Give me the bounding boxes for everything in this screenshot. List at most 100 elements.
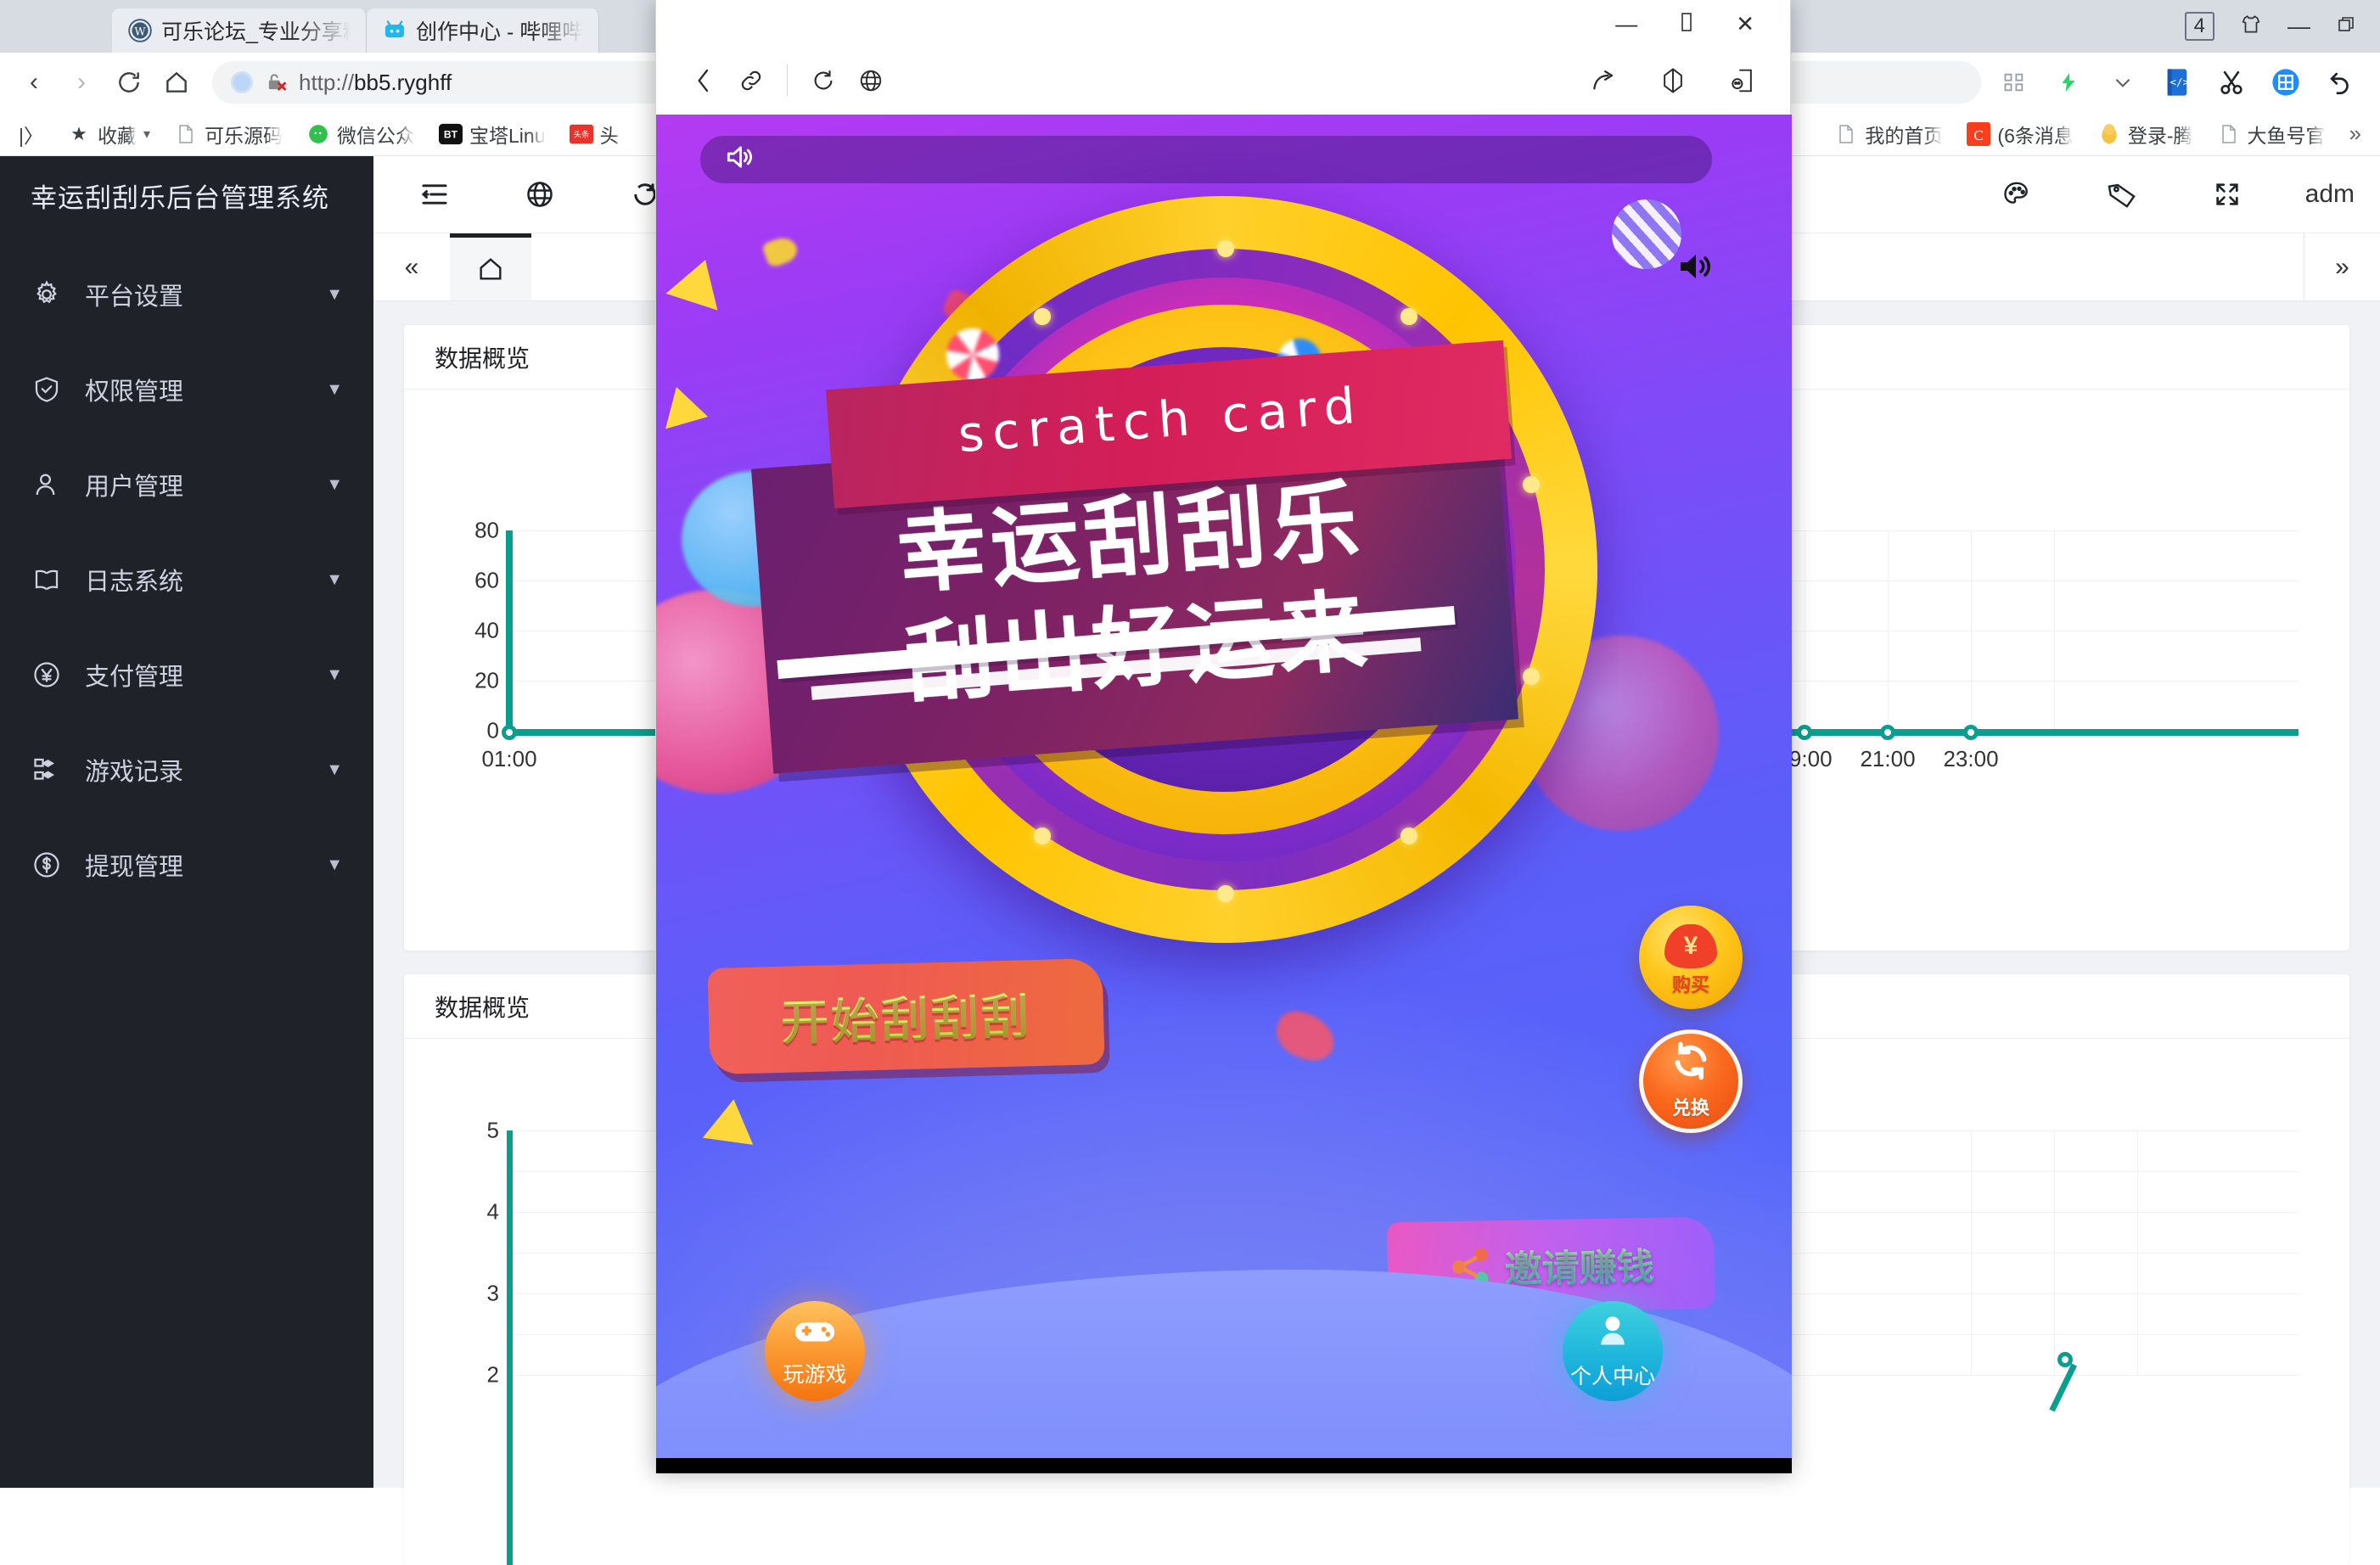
person-icon [1594, 1312, 1631, 1355]
chevron-down-icon[interactable]: ▼ [326, 380, 343, 400]
lightning-icon[interactable] [2049, 63, 2088, 102]
sidebar-item-withdrawals[interactable]: 提现管理 ▼ [0, 817, 373, 912]
sidebar-item-game-records[interactable]: 游戏记录 ▼ [0, 722, 373, 817]
tabs-expand-right-button[interactable]: » [2304, 233, 2380, 300]
data-point [502, 725, 517, 740]
popup-link-icon[interactable] [727, 57, 775, 104]
globe-icon[interactable] [513, 167, 567, 222]
bookmark-item-2[interactable]: 微信公众 [296, 116, 425, 152]
chevron-down-icon[interactable]: ▾ [143, 126, 150, 143]
bookmark-item-1[interactable]: 可乐源码 [164, 116, 293, 152]
popup-toolbar-right [1580, 57, 1766, 104]
tab-count-badge[interactable]: 4 [2185, 12, 2214, 41]
play-game-button[interactable]: 玩游戏 [765, 1301, 865, 1401]
sidebar-item-users[interactable]: 用户管理 ▼ [0, 437, 373, 532]
speaker-icon[interactable] [722, 141, 756, 178]
sidebar-item-logs[interactable]: 日志系统 ▼ [0, 532, 373, 627]
bookmark-item-8[interactable]: 大鱼号官 [2207, 116, 2336, 152]
menu-fold-icon[interactable] [407, 167, 462, 222]
bookmarks-overflow[interactable]: » [2339, 117, 2372, 150]
undo-icon[interactable] [2321, 63, 2360, 102]
forward-button[interactable]: › [59, 60, 104, 104]
popup-maximize-button[interactable] [1676, 11, 1697, 36]
qr-icon[interactable] [1995, 63, 2034, 102]
yen-circle-icon [31, 659, 63, 691]
bookmark-item-3[interactable]: BT 宝塔Linu [429, 116, 555, 152]
buy-button[interactable]: ¥ 购买 [1639, 906, 1743, 1009]
dollar-circle-icon [31, 849, 63, 881]
sidebar-item-permissions[interactable]: 权限管理 ▼ [0, 342, 373, 437]
popup-share-icon[interactable] [1580, 57, 1627, 104]
minimize-button[interactable]: — [2287, 15, 2310, 38]
popup-reload-icon[interactable] [800, 57, 847, 104]
scissors-icon[interactable] [2212, 63, 2251, 102]
chevron-down-icon[interactable] [2103, 63, 2142, 102]
chevron-down-icon[interactable]: ▼ [326, 665, 343, 685]
grid-icon[interactable] [2266, 63, 2305, 102]
game-title-sign: 幸运刮刮乐 刮出好运来 scratch card [738, 365, 1535, 764]
reload-button[interactable] [107, 60, 151, 104]
x-axis-tick: 23:00 [1943, 746, 1998, 772]
decor-triangle [666, 251, 732, 310]
popup-back-icon[interactable] [680, 57, 727, 104]
sidebar-item-platform-settings[interactable]: 平台设置 ▼ [0, 247, 373, 342]
profile-label: 个人中心 [1570, 1360, 1655, 1390]
browser-tab-2[interactable]: 创作中心 - 哔哩哔 [367, 8, 599, 53]
bookmark-item-3-label: 宝塔Linu [469, 120, 545, 149]
data-point [1797, 725, 1812, 740]
exchange-button-label: 兑换 [1672, 1093, 1709, 1120]
popup-box-icon[interactable] [1649, 57, 1697, 104]
bookmark-favorites[interactable]: ★ 收藏 ▾ [57, 116, 160, 152]
restore-button[interactable] [2336, 14, 2356, 39]
card-title: 数据概览 [435, 340, 530, 374]
home-button[interactable] [154, 60, 199, 104]
sound-toggle-button[interactable] [1671, 246, 1717, 294]
bookmark-item-4[interactable]: 头条 头 [559, 116, 630, 152]
sidebar-item-label: 用户管理 [85, 467, 304, 502]
x-axis-tick: 01:00 [481, 746, 536, 772]
y-axis-tick: 3 [438, 1281, 499, 1307]
sound-bar[interactable] [700, 136, 1712, 183]
exchange-button[interactable]: 兑换 [1639, 1029, 1743, 1133]
chevron-down-icon[interactable]: ▼ [326, 570, 343, 590]
data-point [1963, 725, 1979, 740]
chevron-down-icon[interactable]: ▼ [326, 475, 343, 495]
sidebar-item-label: 提现管理 [85, 847, 304, 883]
svg-text:C: C [1974, 127, 1984, 143]
back-button[interactable]: ‹ [12, 60, 56, 104]
popup-devtools-icon[interactable] [1719, 57, 1766, 104]
palette-icon[interactable] [1990, 167, 2044, 222]
tag-icon[interactable] [2095, 167, 2149, 222]
popup-close-button[interactable]: ✕ [1736, 13, 1754, 35]
user-icon [31, 468, 63, 501]
chevron-down-icon[interactable]: ▼ [326, 760, 343, 780]
sidebar-item-payments[interactable]: 支付管理 ▼ [0, 627, 373, 722]
insecure-lock-icon[interactable] [263, 70, 289, 94]
popup-toolbar-divider [787, 65, 788, 97]
chevron-down-icon[interactable]: ▼ [326, 855, 343, 875]
start-scratch-button[interactable]: 开始刮刮刮 [707, 958, 1104, 1074]
browser-tab-1[interactable]: W 可乐论坛_专业分享精品源 [112, 8, 367, 53]
fullscreen-icon[interactable] [2200, 167, 2254, 222]
bookmark-item-7[interactable]: 登录-腾 [2087, 116, 2203, 152]
refresh-icon [1666, 1039, 1715, 1091]
popup-globe-icon[interactable] [847, 57, 895, 104]
skin-shirt-icon[interactable] [2240, 14, 2262, 40]
tabs-collapse-left-button[interactable]: « [373, 233, 450, 300]
bookmark-item-5[interactable]: 我的首页 [1824, 116, 1953, 152]
tab-home[interactable] [450, 233, 531, 300]
popup-minimize-button[interactable]: — [1615, 13, 1637, 35]
profile-button[interactable]: 个人中心 [1563, 1301, 1663, 1401]
code-book-icon[interactable]: </> [2158, 63, 2197, 102]
browser-extensions: </> [1995, 63, 2368, 102]
chevron-down-icon[interactable]: ▼ [326, 285, 343, 305]
bookmark-item-6[interactable]: C (6条消息 [1956, 116, 2083, 152]
admin-username[interactable]: adm [2305, 180, 2355, 209]
svg-text:头条: 头条 [573, 129, 589, 139]
bookmark-item-5-label: 我的首页 [1865, 120, 1943, 149]
book-icon [31, 564, 63, 596]
bookmarks-toggle[interactable]: |〉 [8, 116, 53, 152]
gamepad-icon [794, 1315, 836, 1354]
buy-button-label: 购买 [1672, 970, 1709, 997]
card-title: 数据概览 [435, 990, 530, 1024]
